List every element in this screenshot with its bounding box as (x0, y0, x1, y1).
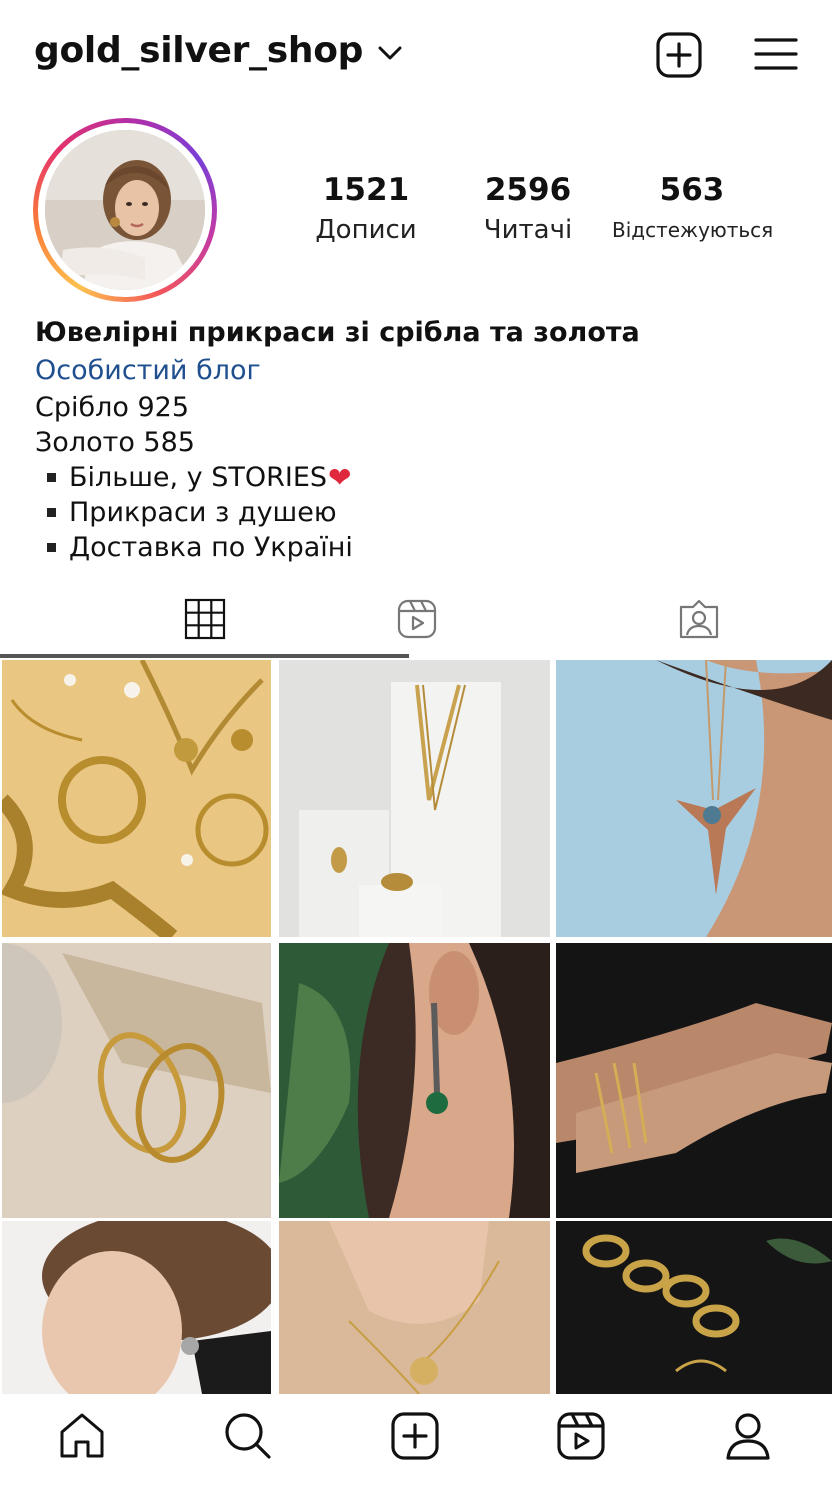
username: gold_silver_shop (34, 30, 364, 71)
plus-square-icon[interactable] (654, 30, 704, 80)
post-gold-chain-on-leaves[interactable] (556, 1221, 832, 1394)
bullet-square-icon (47, 508, 56, 517)
followers-count: 2596 (484, 172, 572, 208)
post-gold-chains-flatlay[interactable] (2, 660, 271, 937)
reels-icon[interactable] (555, 1410, 607, 1462)
heart-icon: ❤ (328, 461, 352, 494)
bio-bullet-text: Прикраси з душею (69, 497, 337, 528)
post-image (556, 660, 832, 937)
post-image (279, 660, 550, 937)
bio-line: Срібло 925 (35, 392, 190, 423)
following-stat[interactable]: 563 Відстежуються (612, 170, 774, 250)
profile-bio: Ювелірні прикраси зі срібла та золота Ос… (35, 314, 815, 565)
post-woman-with-earring[interactable] (2, 1221, 271, 1394)
followers-stat[interactable]: 2596 Читачі (468, 170, 588, 250)
bottom-navigation (0, 1394, 834, 1500)
post-hand-chain-bracelet[interactable] (279, 1221, 550, 1394)
post-image (2, 660, 271, 937)
account-switcher[interactable]: gold_silver_shop (34, 30, 405, 71)
posts-count: 1521 (322, 172, 410, 208)
post-image (556, 943, 832, 1218)
hamburger-menu-icon[interactable] (752, 30, 802, 80)
bullet-square-icon (47, 473, 56, 482)
post-hummingbird-pendant[interactable] (556, 660, 832, 937)
tab-reels[interactable] (396, 580, 438, 658)
profile-icon[interactable] (722, 1410, 774, 1462)
bio-bullet-item: Більше, у STORIES ❤ (35, 460, 815, 495)
post-image (556, 1221, 832, 1394)
story-ring (33, 118, 217, 302)
post-emerald-drop-earring[interactable] (279, 943, 550, 1218)
reels-icon (397, 599, 437, 639)
profile-tabs (0, 580, 834, 658)
top-bar: gold_silver_shop (0, 0, 834, 108)
bio-bullet-text: Більше, у STORIES (69, 462, 328, 493)
post-image (2, 1221, 271, 1394)
home-icon[interactable] (56, 1410, 108, 1462)
bio-category[interactable]: Особистий блог (35, 352, 815, 390)
bio-line: Золото 585 (35, 427, 195, 458)
bio-bullet-item: Прикраси з душею (35, 495, 815, 530)
following-label: Відстежуються (612, 218, 774, 242)
bio-bullet-text: Доставка по Україні (69, 532, 353, 563)
profile-photo (45, 130, 205, 290)
avatar-illustration (45, 130, 205, 290)
bio-title: Ювелірні прикраси зі срібла та золота (35, 317, 640, 348)
profile-avatar[interactable] (33, 118, 217, 302)
followers-label: Читачі (483, 215, 573, 245)
post-gold-necklace-on-stand[interactable] (279, 660, 550, 937)
post-image (279, 943, 550, 1218)
bio-bullet-item: Доставка по Україні (35, 530, 815, 565)
grid-icon (184, 598, 225, 640)
posts-grid (0, 660, 834, 1394)
tagged-user-icon (679, 599, 719, 639)
post-image (279, 1221, 550, 1394)
following-count: 563 (659, 172, 725, 208)
tab-tagged[interactable] (678, 580, 720, 658)
search-icon[interactable] (222, 1410, 274, 1462)
posts-label: Дописи (315, 215, 417, 245)
add-post-icon[interactable] (389, 1410, 441, 1462)
active-tab-indicator (0, 654, 409, 658)
post-gold-hoop-earrings[interactable] (2, 943, 271, 1218)
post-gold-bracelets-on-wrists[interactable] (556, 943, 832, 1218)
posts-stat[interactable]: 1521 Дописи (306, 170, 426, 250)
tab-grid[interactable] (0, 580, 409, 658)
bullet-square-icon (47, 543, 56, 552)
post-image (2, 943, 271, 1218)
chevron-down-icon (378, 46, 402, 59)
